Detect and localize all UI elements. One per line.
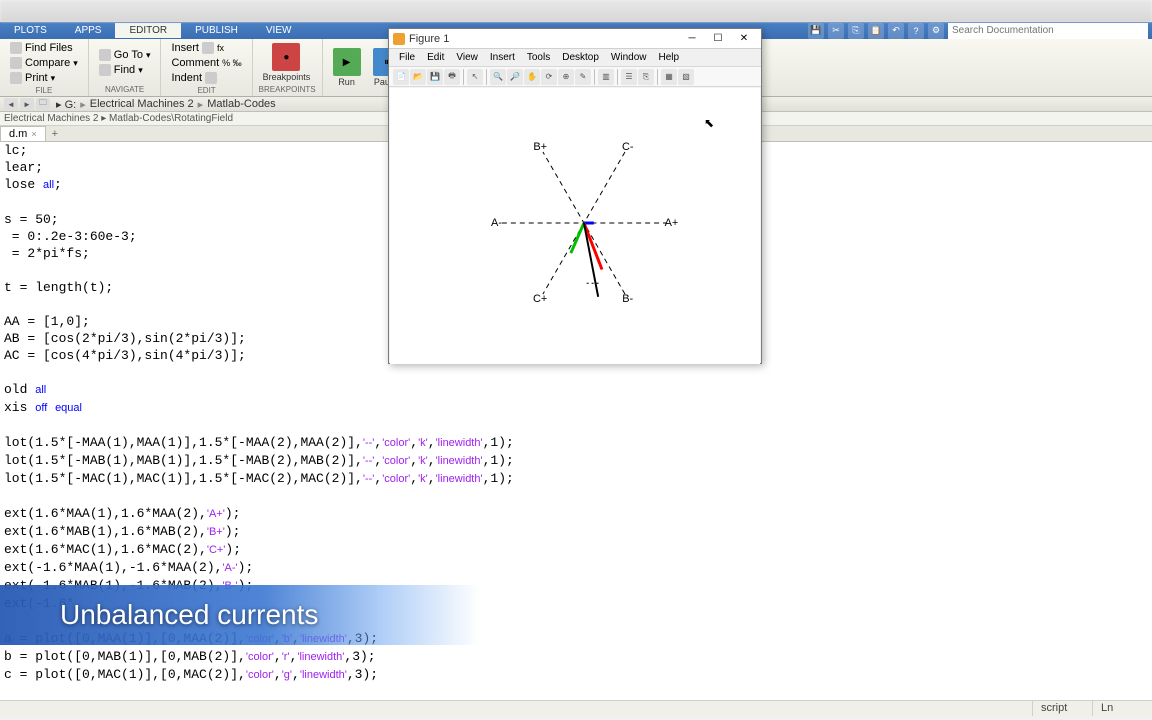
minimize-button[interactable]: ─ bbox=[679, 30, 705, 48]
tool-open-icon[interactable]: 📂 bbox=[410, 69, 426, 85]
figure-title: Figure 1 bbox=[409, 33, 449, 45]
toolbar-sep bbox=[657, 69, 658, 85]
copy-icon[interactable]: ⎘ bbox=[848, 23, 864, 39]
undo-icon[interactable]: ↶ bbox=[888, 23, 904, 39]
tool-save-icon[interactable]: 💾 bbox=[427, 69, 443, 85]
tab-publish[interactable]: PUBLISH bbox=[181, 23, 252, 38]
tab-apps[interactable]: APPS bbox=[61, 23, 116, 38]
chart-svg: A+ A- B+ B- C+ C- bbox=[390, 88, 760, 364]
tool-zoomin-icon[interactable]: 🔍 bbox=[490, 69, 506, 85]
comment-button[interactable]: Comment % ‰ bbox=[167, 56, 245, 70]
figure-menubar: File Edit View Insert Tools Desktop Wind… bbox=[389, 49, 761, 67]
file-tab-label: d.m bbox=[9, 128, 27, 140]
toolbar-sep bbox=[594, 69, 595, 85]
new-tab-button[interactable]: + bbox=[46, 127, 64, 141]
figure-toolbar: 📄 📂 💾 🖶 ↖ 🔍 🔎 ✋ ⟳ ⊕ ✎ ▥ ☰ ⎘ ▦ ▧ bbox=[389, 67, 761, 87]
menu-insert[interactable]: Insert bbox=[484, 52, 521, 63]
tool-rotate-icon[interactable]: ⟳ bbox=[541, 69, 557, 85]
paste-icon[interactable]: 📋 bbox=[868, 23, 884, 39]
svg-text:B-: B- bbox=[622, 293, 633, 305]
tool-legend-icon[interactable]: ☰ bbox=[621, 69, 637, 85]
menu-file[interactable]: File bbox=[393, 52, 421, 63]
tool-pan-icon[interactable]: ✋ bbox=[524, 69, 540, 85]
nav-fwd-icon[interactable]: ► bbox=[20, 98, 34, 110]
svg-text:C+: C+ bbox=[533, 293, 547, 305]
svg-text:C-: C- bbox=[622, 141, 634, 153]
caption-overlay: Unbalanced currents bbox=[0, 585, 480, 645]
breadcrumb-folder1[interactable]: Electrical Machines 2 bbox=[86, 98, 198, 110]
menu-tools[interactable]: Tools bbox=[521, 52, 556, 63]
find-button[interactable]: Find ▾ bbox=[95, 63, 155, 77]
status-bar: script Ln bbox=[0, 700, 1152, 716]
tab-view[interactable]: VIEW bbox=[252, 23, 306, 38]
maximize-button[interactable]: ☐ bbox=[705, 30, 731, 48]
help-icon[interactable]: ? bbox=[908, 23, 924, 39]
close-button[interactable]: ✕ bbox=[731, 30, 757, 48]
goto-button[interactable]: Go To ▾ bbox=[95, 48, 155, 62]
tool-link-icon[interactable]: ⎘ bbox=[638, 69, 654, 85]
svg-text:A-: A- bbox=[491, 217, 502, 229]
tab-editor[interactable]: EDITOR bbox=[115, 23, 181, 38]
close-tab-icon[interactable]: × bbox=[31, 129, 36, 139]
tool-new-icon[interactable]: 📄 bbox=[393, 69, 409, 85]
figure-canvas: A+ A- B+ B- C+ C- bbox=[390, 88, 760, 364]
menu-window[interactable]: Window bbox=[605, 52, 653, 63]
tab-plots[interactable]: PLOTS bbox=[0, 23, 61, 38]
nav-back-icon[interactable]: ◄ bbox=[4, 98, 18, 110]
search-input[interactable] bbox=[948, 23, 1148, 39]
menu-desktop[interactable]: Desktop bbox=[556, 52, 605, 63]
toolbar-sep bbox=[486, 69, 487, 85]
figure-icon bbox=[393, 33, 405, 45]
tool-zoomout-icon[interactable]: 🔎 bbox=[507, 69, 523, 85]
indent-button[interactable]: Indent bbox=[167, 71, 245, 85]
insert-button[interactable]: Insert fx bbox=[167, 41, 245, 55]
window-chrome bbox=[0, 0, 1152, 22]
group-breakpoints-label: BREAKPOINTS bbox=[259, 84, 316, 94]
compare-button[interactable]: Compare ▾ bbox=[6, 56, 82, 70]
file-tab-active[interactable]: d.m × bbox=[0, 126, 46, 141]
figure-window[interactable]: Figure 1 ─ ☐ ✕ File Edit View Insert Too… bbox=[388, 28, 762, 364]
menu-edit[interactable]: Edit bbox=[421, 52, 450, 63]
tool-colorbar-icon[interactable]: ▥ bbox=[598, 69, 614, 85]
group-edit-label: EDIT bbox=[167, 85, 245, 95]
group-file-label: FILE bbox=[6, 85, 82, 95]
run-button[interactable]: ▶ Run bbox=[329, 46, 365, 89]
print-button[interactable]: Print ▾ bbox=[6, 71, 82, 85]
prefs-icon[interactable]: ⚙ bbox=[928, 23, 944, 39]
svg-text:B+: B+ bbox=[533, 141, 547, 153]
figure-titlebar[interactable]: Figure 1 ─ ☐ ✕ bbox=[389, 29, 761, 49]
breadcrumb-root[interactable]: ▸ G: bbox=[52, 98, 80, 111]
breadcrumb-folder2[interactable]: Matlab-Codes bbox=[203, 98, 279, 110]
menu-view[interactable]: View bbox=[450, 52, 484, 63]
caption-text: Unbalanced currents bbox=[60, 599, 318, 631]
find-files-button[interactable]: Find Files bbox=[6, 41, 82, 55]
tool-print-icon[interactable]: 🖶 bbox=[444, 69, 460, 85]
toolbar-sep bbox=[463, 69, 464, 85]
tool-pointer-icon[interactable]: ↖ bbox=[467, 69, 483, 85]
tool-showplot-icon[interactable]: ▧ bbox=[678, 69, 694, 85]
status-script: script bbox=[1032, 701, 1092, 716]
breakpoints-button[interactable]: ● Breakpoints bbox=[259, 41, 315, 84]
menu-help[interactable]: Help bbox=[653, 52, 686, 63]
cut-icon[interactable]: ✂ bbox=[828, 23, 844, 39]
tool-hideplot-icon[interactable]: ▦ bbox=[661, 69, 677, 85]
tool-datacursor-icon[interactable]: ⊕ bbox=[558, 69, 574, 85]
folder-icon[interactable]: 🗀 bbox=[36, 98, 50, 110]
save-icon[interactable]: 💾 bbox=[808, 23, 824, 39]
status-ln: Ln bbox=[1092, 701, 1152, 716]
toolbar-sep bbox=[617, 69, 618, 85]
group-navigate-label: NAVIGATE bbox=[95, 84, 155, 94]
tool-brush-icon[interactable]: ✎ bbox=[575, 69, 591, 85]
svg-text:A+: A+ bbox=[665, 217, 679, 229]
